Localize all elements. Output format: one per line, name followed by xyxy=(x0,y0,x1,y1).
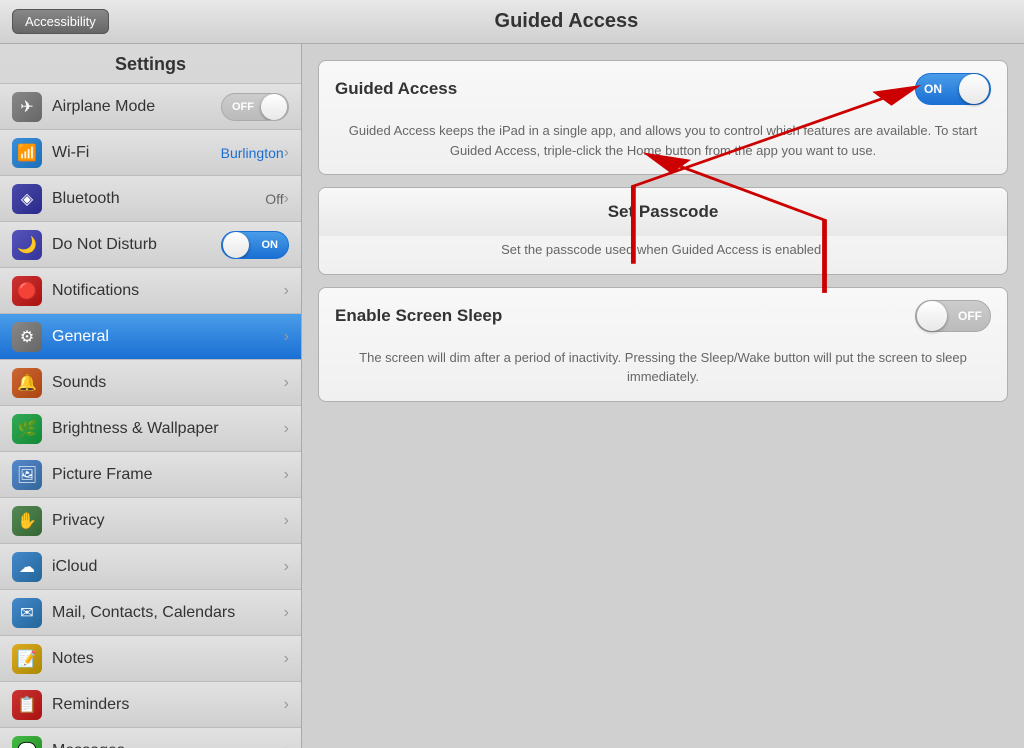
airplane-mode-toggle-knob xyxy=(261,94,287,120)
sidebar-item-bluetooth[interactable]: ◈ BluetoothOff › xyxy=(0,176,301,222)
sidebar-item-airplane-mode[interactable]: ✈ Airplane Mode OFF xyxy=(0,84,301,130)
screen-sleep-toggle[interactable]: OFF xyxy=(915,300,991,332)
icloud-chevron-icon: › xyxy=(284,558,289,576)
notifications-label: Notifications xyxy=(52,282,284,300)
do-not-disturb-icon: 🌙 xyxy=(12,230,42,260)
reminders-label: Reminders xyxy=(52,696,284,714)
brightness-icon: 🌿 xyxy=(12,414,42,444)
sidebar: Settings ✈ Airplane Mode OFF 📶 Wi-FiBurlingt… xyxy=(0,44,302,748)
screen-sleep-section: Enable Screen Sleep OFF The screen will … xyxy=(318,287,1008,402)
bluetooth-label: Bluetooth xyxy=(52,190,265,208)
sidebar-item-wifi[interactable]: 📶 Wi-FiBurlington › xyxy=(0,130,301,176)
header: Accessibility Guided Access xyxy=(0,0,1024,44)
messages-icon: 💬 xyxy=(12,736,42,748)
screen-sleep-toggle-label: OFF xyxy=(958,309,982,323)
mail-chevron-icon: › xyxy=(284,604,289,622)
set-passcode-section: Set Passcode Set the passcode used when … xyxy=(318,187,1008,275)
sounds-label: Sounds xyxy=(52,374,284,392)
reminders-chevron-icon: › xyxy=(284,696,289,714)
messages-chevron-icon: › xyxy=(284,742,289,748)
right-content-wrapper: Guided Access ON Guided Access keeps the… xyxy=(318,60,1008,402)
messages-label: Messages xyxy=(52,742,284,748)
guided-access-toggle-knob xyxy=(959,74,989,104)
icloud-icon: ☁ xyxy=(12,552,42,582)
screen-sleep-toggle-knob xyxy=(917,301,947,331)
sounds-icon: 🔔 xyxy=(12,368,42,398)
sidebar-item-picture-frame[interactable]: 🖼 Picture Frame› xyxy=(0,452,301,498)
sidebar-item-do-not-disturb[interactable]: 🌙 Do Not Disturb ON xyxy=(0,222,301,268)
bluetooth-icon: ◈ xyxy=(12,184,42,214)
bluetooth-value: Off xyxy=(265,191,283,207)
sidebar-item-icloud[interactable]: ☁ iCloud› xyxy=(0,544,301,590)
wifi-value: Burlington xyxy=(221,145,284,161)
guided-access-label: Guided Access xyxy=(335,79,915,99)
notifications-icon: 🔴 xyxy=(12,276,42,306)
notifications-chevron-icon: › xyxy=(284,282,289,300)
guided-access-description: Guided Access keeps the iPad in a single… xyxy=(319,117,1007,174)
sidebar-title: Settings xyxy=(0,44,301,84)
wifi-chevron-icon: › xyxy=(284,144,289,162)
general-label: General xyxy=(52,328,284,346)
privacy-chevron-icon: › xyxy=(284,512,289,530)
sounds-chevron-icon: › xyxy=(284,374,289,392)
mail-label: Mail, Contacts, Calendars xyxy=(52,604,284,622)
guided-access-row: Guided Access ON xyxy=(319,61,1007,117)
airplane-mode-toggle[interactable]: OFF xyxy=(221,93,289,121)
sidebar-item-brightness[interactable]: 🌿 Brightness & Wallpaper› xyxy=(0,406,301,452)
wifi-icon: 📶 xyxy=(12,138,42,168)
bluetooth-chevron-icon: › xyxy=(284,190,289,208)
screen-sleep-description: The screen will dim after a period of in… xyxy=(319,344,1007,401)
airplane-mode-label: Airplane Mode xyxy=(52,98,221,116)
brightness-label: Brightness & Wallpaper xyxy=(52,420,284,438)
sidebar-item-messages[interactable]: 💬 Messages› xyxy=(0,728,301,748)
main-content: Settings ✈ Airplane Mode OFF 📶 Wi-FiBurlingt… xyxy=(0,44,1024,748)
notes-chevron-icon: › xyxy=(284,650,289,668)
do-not-disturb-label: Do Not Disturb xyxy=(52,236,221,254)
sidebar-item-notifications[interactable]: 🔴 Notifications› xyxy=(0,268,301,314)
set-passcode-button[interactable]: Set Passcode xyxy=(319,188,1007,236)
sidebar-item-mail[interactable]: ✉ Mail, Contacts, Calendars› xyxy=(0,590,301,636)
sidebar-item-reminders[interactable]: 📋 Reminders› xyxy=(0,682,301,728)
guided-access-toggle-label: ON xyxy=(924,82,942,96)
reminders-icon: 📋 xyxy=(12,690,42,720)
privacy-icon: ✋ xyxy=(12,506,42,536)
airplane-mode-icon: ✈ xyxy=(12,92,42,122)
picture-frame-chevron-icon: › xyxy=(284,466,289,484)
do-not-disturb-toggle-label: ON xyxy=(256,239,285,251)
notes-icon: 📝 xyxy=(12,644,42,674)
set-passcode-description: Set the passcode used when Guided Access… xyxy=(319,236,1007,274)
guided-access-section: Guided Access ON Guided Access keeps the… xyxy=(318,60,1008,175)
sidebar-item-sounds[interactable]: 🔔 Sounds› xyxy=(0,360,301,406)
breadcrumb-button[interactable]: Accessibility xyxy=(12,9,109,34)
do-not-disturb-toggle[interactable]: ON xyxy=(221,231,289,259)
guided-access-toggle[interactable]: ON xyxy=(915,73,991,105)
sidebar-item-notes[interactable]: 📝 Notes› xyxy=(0,636,301,682)
notes-label: Notes xyxy=(52,650,284,668)
mail-icon: ✉ xyxy=(12,598,42,628)
airplane-mode-toggle-label: OFF xyxy=(226,101,260,113)
page-title: Guided Access xyxy=(109,10,1024,33)
brightness-chevron-icon: › xyxy=(284,420,289,438)
icloud-label: iCloud xyxy=(52,558,284,576)
picture-frame-icon: 🖼 xyxy=(12,460,42,490)
general-chevron-icon: › xyxy=(284,328,289,346)
wifi-label: Wi-Fi xyxy=(52,144,221,162)
screen-sleep-label: Enable Screen Sleep xyxy=(335,306,915,326)
screen-sleep-row: Enable Screen Sleep OFF xyxy=(319,288,1007,344)
picture-frame-label: Picture Frame xyxy=(52,466,284,484)
right-panel: Guided Access ON Guided Access keeps the… xyxy=(302,44,1024,748)
sidebar-item-general[interactable]: ⚙ General› xyxy=(0,314,301,360)
privacy-label: Privacy xyxy=(52,512,284,530)
do-not-disturb-toggle-knob xyxy=(223,232,249,258)
general-icon: ⚙ xyxy=(12,322,42,352)
sidebar-item-privacy[interactable]: ✋ Privacy› xyxy=(0,498,301,544)
